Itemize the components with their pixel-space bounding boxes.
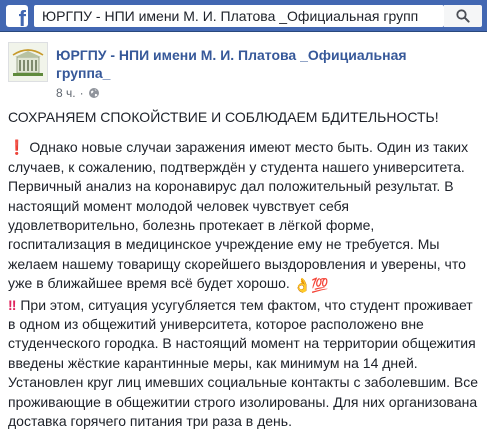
post-paragraph-1: ❗ Однако новые случаи заражения имеют ме… xyxy=(8,138,480,295)
paragraph-2-text: При этом, ситуация усугубляется тем факт… xyxy=(8,296,479,430)
hundred-emoji-icon: 💯 xyxy=(311,277,329,294)
paragraph-1-text: Однако новые случаи заражения имеют мест… xyxy=(8,139,469,292)
post-meta: 8 ч. · xyxy=(56,86,100,100)
ok-hand-emoji-icon: 👌 xyxy=(293,277,312,294)
university-building-icon xyxy=(9,43,47,81)
page-name-link[interactable]: ЮРГПУ - НПИ имени М. И. Платова _Официал… xyxy=(56,46,416,82)
exclamation-emoji-icon: ❗ xyxy=(8,139,26,156)
search-input[interactable]: ЮРГПУ - НПИ имени М. И. Платова _Официал… xyxy=(34,5,444,27)
facebook-f-icon[interactable]: f xyxy=(6,5,28,27)
double-exclamation-emoji-icon: ‼ xyxy=(8,296,17,313)
page-avatar[interactable] xyxy=(8,42,48,82)
top-navigation-bar: f ЮРГПУ - НПИ имени М. И. Платова _Офици… xyxy=(0,0,487,32)
globe-icon[interactable] xyxy=(88,87,100,99)
post-paragraph-2: ‼ При этом, ситуация усугубляется тем фа… xyxy=(8,296,480,432)
search-icon xyxy=(456,9,470,23)
post-timestamp[interactable]: 8 ч. xyxy=(56,86,76,100)
post-headline: СОХРАНЯЕМ СПОКОЙСТВИЕ И СОБЛЮДАЕМ БДИТЕЛ… xyxy=(8,109,439,125)
search-button[interactable] xyxy=(444,5,482,27)
post-body: СОХРАНЯЕМ СПОКОЙСТВИЕ И СОБЛЮДАЕМ БДИТЕЛ… xyxy=(8,108,480,432)
meta-separator: · xyxy=(79,86,84,100)
